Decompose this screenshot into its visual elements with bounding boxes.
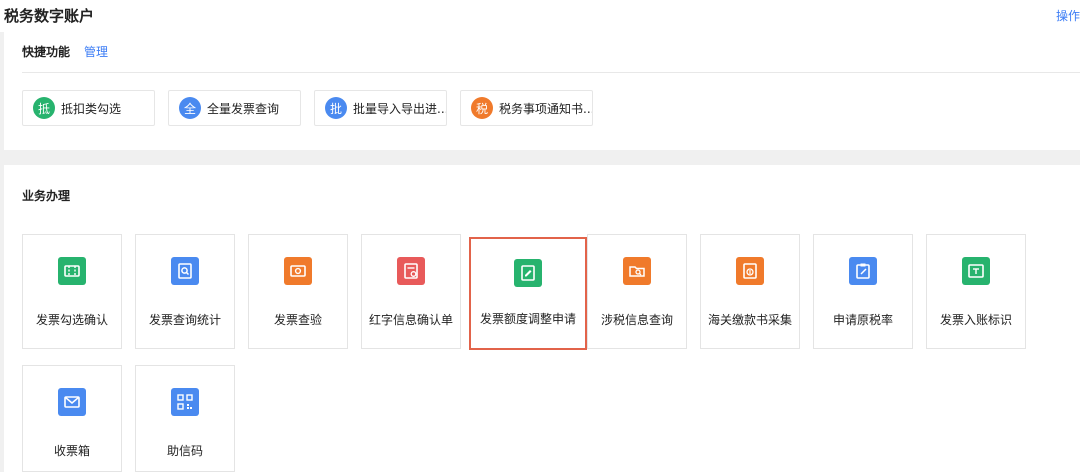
clipboard-edit-icon <box>849 257 877 285</box>
card-invoice-booking-mark[interactable]: 发票入账标识 <box>926 234 1026 349</box>
search-document-icon <box>171 257 199 285</box>
batch-badge-icon: 批 <box>325 97 347 119</box>
quick-functions-panel: 快捷功能 管理 抵 抵扣类勾选 全 全量发票查询 批 批量导入导出进... 税 … <box>4 32 1080 150</box>
quick-item-deduction-selection[interactable]: 抵 抵扣类勾选 <box>22 90 155 126</box>
mailbox-icon <box>58 388 86 416</box>
card-receiving-box[interactable]: 收票箱 <box>22 365 122 472</box>
full-badge-icon: 全 <box>179 97 201 119</box>
card-label: 发票查询统计 <box>148 313 221 327</box>
quick-functions-title: 快捷功能 <box>22 45 71 59</box>
card-invoice-query-stats[interactable]: 发票查询统计 <box>135 234 235 349</box>
quick-item-tax-notice[interactable]: 税 税务事项通知书... <box>460 90 593 126</box>
quick-item-label: 税务事项通知书... <box>499 101 592 116</box>
manage-link[interactable]: 管理 <box>84 43 108 60</box>
deduction-badge-icon: 抵 <box>33 97 55 119</box>
card-label: 发票入账标识 <box>939 313 1012 327</box>
ticket-icon <box>58 257 86 285</box>
card-label: 发票额度调整申请 <box>479 312 576 326</box>
card-label: 发票查验 <box>273 313 322 327</box>
card-invoice-selection-confirm[interactable]: 发票勾选确认 <box>22 234 122 349</box>
card-apply-original-rate[interactable]: 申请原税率 <box>813 234 913 349</box>
quick-item-label: 抵扣类勾选 <box>61 101 122 116</box>
card-tax-info-query[interactable]: 涉税信息查询 <box>587 234 687 349</box>
business-title: 业务办理 <box>22 189 71 203</box>
card-invoice-quota-adjust[interactable]: 发票额度调整申请 <box>469 237 587 350</box>
quick-item-label: 批量导入导出进... <box>353 101 446 116</box>
red-letter-form-icon <box>397 257 425 285</box>
card-label: 涉税信息查询 <box>600 313 673 327</box>
tax-badge-icon: 税 <box>471 97 493 119</box>
ledger-icon <box>962 257 990 285</box>
quick-item-label: 全量发票查询 <box>207 101 280 116</box>
card-customs-payment-collect[interactable]: 海关缴款书采集 <box>700 234 800 349</box>
top-action-link[interactable]: 操作 <box>1056 7 1080 24</box>
top-bar: 税务数字账户 操作 <box>0 0 1080 32</box>
card-credit-code[interactable]: 助信码 <box>135 365 235 472</box>
qr-code-icon <box>171 388 199 416</box>
folder-search-icon <box>623 257 651 285</box>
customs-payment-icon <box>736 257 764 285</box>
quick-item-full-invoice-query[interactable]: 全 全量发票查询 <box>168 90 301 126</box>
card-label: 收票箱 <box>53 444 90 458</box>
quick-item-batch-import-export[interactable]: 批 批量导入导出进... <box>314 90 447 126</box>
card-label: 申请原税率 <box>832 313 893 327</box>
card-invoice-verification[interactable]: 发票查验 <box>248 234 348 349</box>
card-red-letter-confirm[interactable]: 红字信息确认单 <box>361 234 461 349</box>
ticket-check-icon <box>284 257 312 285</box>
card-label: 助信码 <box>166 444 203 458</box>
card-label: 海关缴款书采集 <box>707 313 792 327</box>
card-label: 红字信息确认单 <box>368 313 453 327</box>
page-title: 税务数字账户 <box>4 7 95 25</box>
divider <box>22 72 1080 73</box>
quota-adjust-icon <box>514 259 542 287</box>
card-label: 发票勾选确认 <box>35 313 108 327</box>
business-panel: 业务办理 发票勾选确认 发票查询统计 发票查验 红字信息确认单 发票额度调整申请 <box>4 165 1080 472</box>
